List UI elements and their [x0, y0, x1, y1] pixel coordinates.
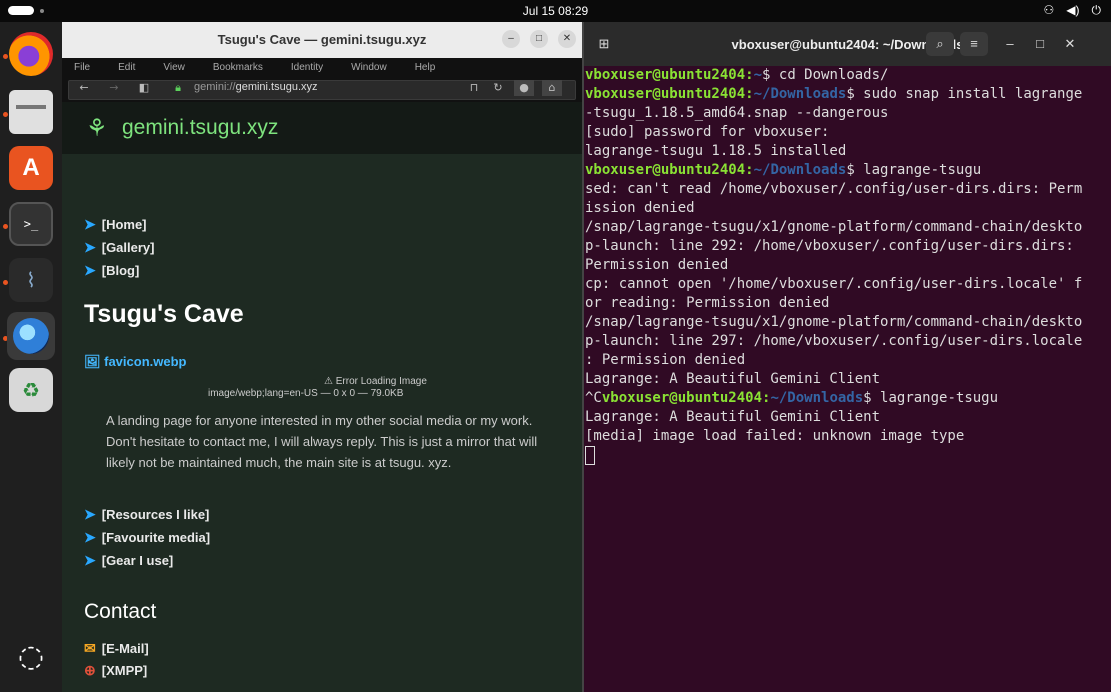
hamburger-menu-icon[interactable]: ≡: [960, 32, 988, 56]
terminal-line: /snap/lagrange-tsugu/x1/gnome-platform/c…: [585, 219, 1083, 235]
contact-heading: Contact: [84, 600, 157, 623]
link-gear[interactable]: ➤ [Gear I use]: [84, 552, 173, 569]
terminal-line: cp: cannot open '/home/vboxuser/.config/…: [585, 276, 1083, 292]
dock: A >_ ⌇ ♻ ◌: [0, 22, 62, 692]
lock-icon: 🔒︎: [175, 81, 181, 94]
terminal-line: Lagrange: A Beautiful Gemini Client: [585, 409, 881, 425]
error-title: ⚠ Error Loading Image: [324, 376, 427, 387]
terminal-line: p-launch: line 292: /home/vboxuser/.conf…: [585, 238, 1074, 254]
globe-icon: ⊕: [84, 662, 96, 678]
terminal-icon[interactable]: >_: [9, 202, 53, 246]
minimize-button[interactable]: –: [998, 32, 1022, 56]
running-indicator: [3, 112, 8, 117]
top-bar: Jul 15 08:29 ⚇ ◀) ⏻: [0, 0, 1111, 22]
menu-window[interactable]: Window: [351, 58, 387, 78]
terminal-line: vboxuser@ubuntu2404:~/Downloads$ lagrang…: [585, 162, 982, 178]
link-email[interactable]: ✉ [E-Mail]: [84, 640, 149, 657]
terminal-line: : Permission denied: [585, 352, 746, 368]
arrow-icon: ➤: [84, 506, 96, 522]
terminal-line: Permission denied: [585, 257, 729, 273]
menu-help[interactable]: Help: [415, 58, 436, 78]
app-center-icon[interactable]: A: [9, 146, 53, 190]
page-heading: Tsugu's Cave: [84, 300, 244, 328]
terminal-line: ission denied: [585, 200, 695, 216]
home-icon[interactable]: ⌂: [542, 80, 562, 96]
lagrange-icon[interactable]: [7, 312, 55, 360]
image-link[interactable]: 🖼︎ favicon.webp: [84, 354, 186, 370]
close-button[interactable]: ✕: [1058, 32, 1082, 56]
firefox-icon[interactable]: [9, 32, 53, 76]
terminal-line: lagrange-tsugu 1.18.5 installed: [585, 143, 847, 159]
running-indicator: [3, 54, 8, 59]
forward-icon[interactable]: →: [104, 80, 124, 96]
lagrange-window: Tsugu's Cave — gemini.tsugu.xyz – □ ✕ Fi…: [62, 22, 582, 692]
image-icon: 🖼︎: [84, 354, 105, 369]
power-icon[interactable]: ⏻: [1092, 3, 1102, 18]
menu-bookmarks[interactable]: Bookmarks: [213, 58, 263, 78]
running-indicator: [3, 280, 8, 285]
error-detail: image/webp;lang=en-US — 0 x 0 — 79.0KB: [208, 388, 404, 399]
reload-icon[interactable]: ↻: [488, 80, 508, 96]
system-tray[interactable]: ⚇ ◀) ⏻: [1044, 3, 1102, 18]
mail-icon: ✉: [84, 640, 96, 656]
terminal-line: Lagrange: A Beautiful Gemini Client: [585, 371, 881, 387]
menu-bar: File Edit View Bookmarks Identity Window…: [62, 58, 582, 78]
terminal-output[interactable]: vboxuser@ubuntu2404:~$ cd Downloads/vbox…: [584, 66, 1111, 465]
menu-identity[interactable]: Identity: [291, 58, 323, 78]
minimize-button[interactable]: –: [502, 30, 520, 48]
show-apps-icon[interactable]: ◌: [9, 634, 53, 678]
maximize-button[interactable]: □: [1028, 32, 1052, 56]
search-icon[interactable]: ⌕: [926, 32, 954, 56]
terminal-titlebar[interactable]: ⊞ vboxuser@ubuntu2404: ~/Downloads ⌕ ≡ –…: [584, 22, 1111, 66]
clock[interactable]: Jul 15 08:29: [0, 4, 1111, 18]
terminal-line: vboxuser@ubuntu2404:~$ cd Downloads/: [585, 67, 889, 83]
system-monitor-icon[interactable]: ⌇: [9, 258, 53, 302]
terminal-line: ^Cvboxuser@ubuntu2404:~/Downloads$ lagra…: [585, 390, 999, 406]
lagrange-titlebar[interactable]: Tsugu's Cave — gemini.tsugu.xyz – □ ✕: [62, 22, 582, 58]
bookmark-icon[interactable]: ⊓: [464, 80, 484, 96]
terminal-cursor: [585, 446, 1111, 465]
terminal-line: /snap/lagrange-tsugu/x1/gnome-platform/c…: [585, 314, 1083, 330]
navigation-bar: ← → ◧ 🔒︎ gemini://gemini.tsugu.xyz ⊓ ↻ ●…: [62, 78, 582, 102]
identity-icon[interactable]: ●: [514, 80, 534, 96]
back-icon[interactable]: ←: [74, 80, 94, 96]
arrow-icon: ➤: [84, 552, 96, 568]
menu-view[interactable]: View: [163, 58, 185, 78]
link-favourite-media[interactable]: ➤ [Favourite media]: [84, 529, 210, 546]
arrow-icon: ➤: [84, 529, 96, 545]
terminal-line: [sudo] password for vboxuser:: [585, 124, 830, 140]
link-xmpp[interactable]: ⊕ [XMPP]: [84, 662, 147, 679]
terminal-window: ⊞ vboxuser@ubuntu2404: ~/Downloads ⌕ ≡ –…: [584, 22, 1111, 692]
page-content: ➤ [Home] ➤ [Gallery] ➤ [Blog] Tsugu's Cave …: [62, 154, 582, 692]
url-text[interactable]: gemini://gemini.tsugu.xyz: [194, 81, 318, 93]
maximize-button[interactable]: □: [530, 30, 548, 48]
link-blog[interactable]: ➤ [Blog]: [84, 262, 139, 279]
arrow-icon: ➤: [84, 262, 96, 278]
menu-edit[interactable]: Edit: [118, 58, 135, 78]
files-icon[interactable]: [9, 90, 53, 134]
site-glyph-icon: ⚘: [86, 114, 108, 142]
menu-file[interactable]: File: [74, 58, 90, 78]
terminal-line: vboxuser@ubuntu2404:~/Downloads$ sudo sn…: [585, 86, 1083, 102]
terminal-line: [media] image load failed: unknown image…: [585, 428, 965, 444]
terminal-line: -tsugu_1.18.5_amd64.snap --dangerous: [585, 105, 889, 121]
trash-icon[interactable]: ♻: [9, 368, 53, 412]
sidebar-icon[interactable]: ◧: [134, 80, 154, 96]
site-banner: ⚘ gemini.tsugu.xyz: [62, 102, 582, 154]
link-home[interactable]: ➤ [Home]: [84, 216, 147, 233]
arrow-icon: ➤: [84, 216, 96, 232]
description-paragraph: A landing page for anyone interested in …: [106, 413, 538, 470]
link-resources[interactable]: ➤ [Resources I like]: [84, 506, 209, 523]
volume-icon[interactable]: ◀): [1066, 3, 1079, 18]
banner-title: gemini.tsugu.xyz: [122, 116, 279, 139]
terminal-line: sed: can't read /home/vboxuser/.config/u…: [585, 181, 1083, 197]
network-icon[interactable]: ⚇: [1044, 3, 1055, 18]
terminal-line: p-launch: line 297: /home/vboxuser/.conf…: [585, 333, 1083, 349]
arrow-icon: ➤: [84, 239, 96, 255]
error-icon: ⚠: [324, 376, 336, 387]
terminal-line: or reading: Permission denied: [585, 295, 830, 311]
link-gallery[interactable]: ➤ [Gallery]: [84, 239, 154, 256]
close-button[interactable]: ✕: [558, 30, 576, 48]
running-indicator: [3, 224, 8, 229]
